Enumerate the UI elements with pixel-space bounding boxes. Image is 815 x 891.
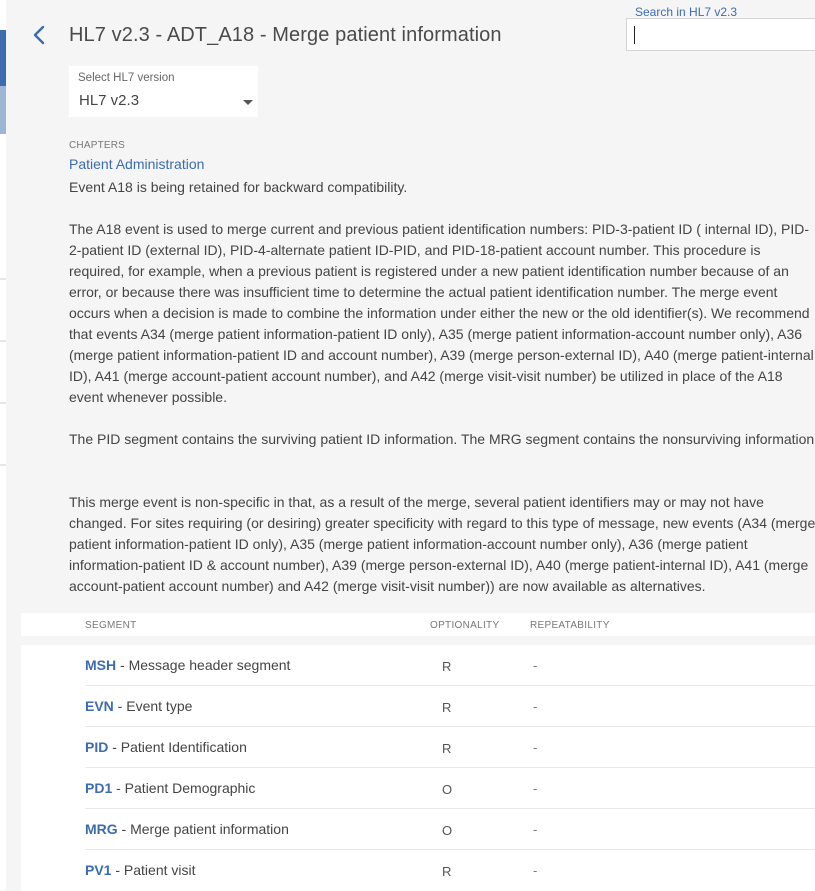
version-select-label: Select HL7 version	[78, 72, 175, 84]
column-header-repeatability: REPEATABILITY	[530, 620, 610, 631]
repeatability-cell: -	[533, 863, 538, 878]
column-header-optionality: OPTIONALITY	[430, 620, 500, 631]
repeatability-cell: -	[533, 822, 538, 837]
segment-cell: MRG - Merge patient information	[85, 821, 289, 837]
table-row: PID - Patient Identification R -	[21, 727, 815, 768]
segment-cell: PV1 - Patient visit	[85, 862, 196, 878]
segment-code-link[interactable]: PD1	[85, 780, 112, 796]
search-label: Search in HL7 v2.3	[635, 5, 738, 19]
table-header	[21, 613, 815, 636]
left-rail-divider	[0, 340, 6, 342]
segment-cell: PID - Patient Identification	[85, 739, 247, 755]
segment-description: - Patient visit	[111, 862, 196, 878]
optionality-cell: R	[442, 659, 452, 674]
page-title: HL7 v2.3 - ADT_A18 - Merge patient infor…	[69, 24, 502, 46]
table-row: MSH - Message header segment R -	[21, 645, 815, 686]
segment-description: - Event type	[113, 698, 193, 714]
retained-note: Event A18 is being retained for backward…	[69, 179, 408, 195]
table-row: EVN - Event type R -	[21, 686, 815, 727]
segment-code-link[interactable]: PV1	[85, 862, 111, 878]
dropdown-arrow-icon	[243, 100, 253, 105]
repeatability-cell: -	[533, 781, 538, 796]
version-select[interactable]: Select HL7 version HL7 v2.3	[69, 66, 258, 117]
column-header-segment: SEGMENT	[85, 620, 137, 631]
description-paragraph: The A18 event is used to merge current a…	[69, 221, 814, 405]
segment-description: - Patient Identification	[108, 739, 247, 755]
chapter-link[interactable]: Patient Administration	[69, 156, 204, 172]
back-button[interactable]	[30, 24, 50, 46]
segment-description: - Message header segment	[116, 657, 291, 673]
chapters-label: CHAPTERS	[69, 140, 126, 151]
segment-code-link[interactable]: MRG	[85, 821, 118, 837]
repeatability-cell: -	[533, 699, 538, 714]
text-caret	[634, 26, 635, 44]
segment-description: - Merge patient information	[117, 821, 289, 837]
version-select-value: HL7 v2.3	[79, 92, 140, 109]
segment-cell: PD1 - Patient Demographic	[85, 780, 255, 796]
left-rail-divider	[0, 402, 6, 404]
optionality-cell: O	[442, 782, 453, 797]
description-paragraph: The PID segment contains the surviving p…	[69, 431, 815, 447]
table-row: PD1 - Patient Demographic O -	[21, 768, 815, 809]
segment-code-link[interactable]: MSH	[85, 657, 116, 673]
table-row: MRG - Merge patient information O -	[21, 809, 815, 850]
segment-cell: MSH - Message header segment	[85, 657, 290, 673]
segment-table: MSH - Message header segment R - EVN - E…	[21, 645, 815, 891]
left-rail-divider	[0, 464, 6, 466]
segment-cell: EVN - Event type	[85, 698, 192, 714]
repeatability-cell: -	[533, 740, 538, 755]
optionality-cell: R	[442, 741, 452, 756]
segment-code-link[interactable]: PID	[85, 739, 108, 755]
left-rail-marker	[0, 86, 6, 134]
repeatability-cell: -	[533, 658, 538, 673]
optionality-cell: R	[442, 700, 452, 715]
optionality-cell: R	[442, 864, 452, 879]
table-row: PV1 - Patient visit R -	[21, 850, 815, 891]
search-input[interactable]	[626, 18, 815, 51]
segment-description: - Patient Demographic	[112, 780, 256, 796]
optionality-cell: O	[442, 823, 453, 838]
left-rail-divider	[0, 278, 6, 280]
segment-code-link[interactable]: EVN	[85, 698, 114, 714]
description-paragraph: This merge event is non-specific in that…	[69, 494, 815, 594]
left-rail-active-marker	[0, 30, 6, 86]
chevron-left-icon	[33, 25, 45, 45]
